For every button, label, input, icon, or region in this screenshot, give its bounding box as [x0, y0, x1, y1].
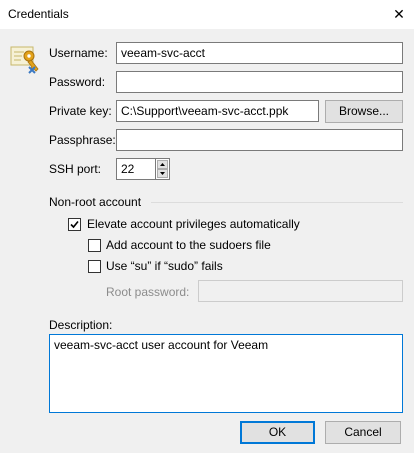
ssh-port-label: SSH port:	[49, 162, 102, 176]
ok-button[interactable]: OK	[240, 421, 315, 444]
title-bar: Credentials ✕	[0, 0, 414, 29]
description-textarea[interactable]: veeam-svc-acct user account for Veeam	[49, 334, 403, 413]
dialog-client: Username: veeam-svc-acct Password: Priva…	[0, 29, 414, 453]
username-label: Username:	[49, 46, 108, 60]
stepper-down-icon[interactable]	[157, 169, 168, 178]
password-label: Password:	[49, 75, 106, 89]
cancel-button[interactable]: Cancel	[325, 421, 401, 444]
sudoers-label[interactable]: Add account to the sudoers file	[106, 238, 271, 252]
elevate-label[interactable]: Elevate account privileges automatically	[87, 217, 300, 231]
root-password-label: Root password:	[106, 285, 190, 299]
password-field[interactable]	[116, 71, 403, 93]
private-key-field[interactable]: C:\Support\veeam-svc-acct.ppk	[116, 100, 319, 122]
ssh-port-field[interactable]: 22	[116, 158, 156, 180]
su-label[interactable]: Use “su” if “sudo” fails	[106, 259, 223, 273]
description-label: Description:	[49, 318, 113, 332]
username-field[interactable]: veeam-svc-acct	[116, 42, 403, 64]
passphrase-label: Passphrase:	[49, 133, 116, 147]
non-root-group-label: Non-root account	[49, 195, 142, 209]
browse-button[interactable]: Browse...	[325, 100, 403, 123]
ssh-port-stepper[interactable]	[155, 158, 170, 180]
key-icon	[9, 43, 41, 75]
passphrase-field[interactable]	[116, 129, 403, 151]
root-password-field[interactable]	[198, 280, 403, 302]
window-title: Credentials	[8, 7, 69, 21]
close-icon[interactable]: ✕	[384, 0, 414, 29]
group-divider	[151, 202, 403, 203]
su-checkbox[interactable]	[88, 260, 101, 273]
stepper-up-icon[interactable]	[157, 160, 168, 169]
sudoers-checkbox[interactable]	[88, 239, 101, 252]
elevate-checkbox[interactable]	[68, 218, 81, 231]
private-key-label: Private key:	[49, 104, 112, 118]
